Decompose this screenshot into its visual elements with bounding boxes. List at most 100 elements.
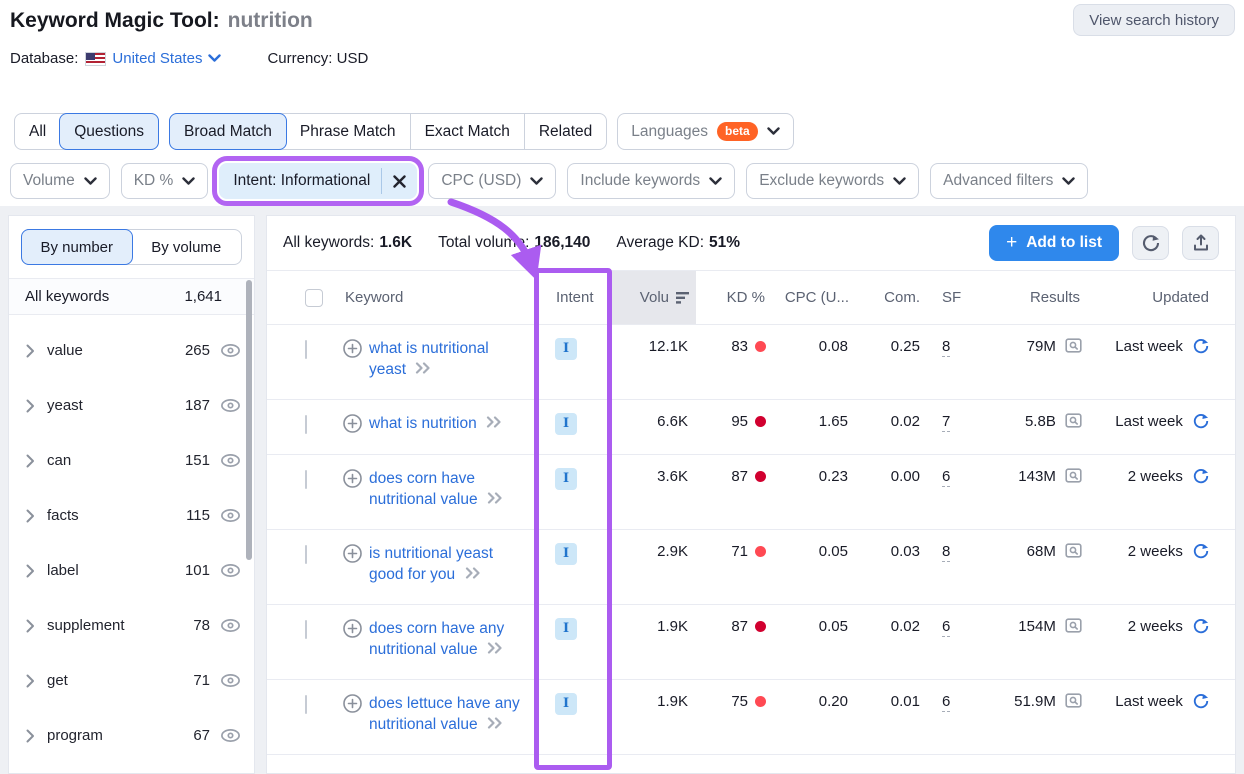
eye-icon[interactable] [220, 508, 241, 523]
kd-filter[interactable]: KD % [121, 163, 209, 199]
sidebar-scrollbar[interactable] [246, 280, 252, 560]
group-row[interactable]: can 151 [9, 433, 254, 488]
column-header-updated[interactable]: Updated [1084, 271, 1235, 324]
export-button[interactable] [1182, 226, 1219, 260]
row-checkbox[interactable] [305, 470, 307, 489]
column-header-results[interactable]: Results [960, 271, 1084, 324]
serp-preview-icon[interactable] [1065, 543, 1082, 558]
sf-value[interactable]: 7 [942, 413, 950, 432]
group-row[interactable]: yeast 187 [9, 378, 254, 433]
row-checkbox[interactable] [305, 415, 307, 434]
include-keywords-filter[interactable]: Include keywords [567, 163, 735, 199]
table-row: what is nutrition I 6.6K 95 1.65 0.02 7 … [267, 400, 1235, 455]
intent-filter-chip[interactable]: Intent: Informational [219, 163, 417, 199]
row-checkbox[interactable] [305, 695, 307, 714]
open-keyword-icon[interactable] [486, 416, 502, 428]
kd-difficulty-dot [755, 546, 766, 557]
database-selector[interactable]: United States [85, 50, 221, 67]
eye-icon[interactable] [220, 343, 241, 358]
refresh-keyword-icon[interactable] [1193, 618, 1209, 634]
tab-related[interactable]: Related [524, 114, 606, 149]
add-keyword-icon[interactable] [343, 469, 362, 488]
all-keywords-row[interactable]: All keywords 1,641 [9, 278, 254, 315]
eye-icon[interactable] [220, 563, 241, 578]
com-cell: 0.03 [852, 530, 922, 579]
view-search-history-button[interactable]: View search history [1073, 4, 1235, 36]
serp-preview-icon[interactable] [1065, 338, 1082, 353]
refresh-keyword-icon[interactable] [1193, 693, 1209, 709]
table-row: does corn have any nutritional value I 1… [267, 605, 1235, 680]
eye-icon[interactable] [220, 673, 241, 688]
group-count: 101 [185, 562, 210, 579]
serp-preview-icon[interactable] [1065, 693, 1082, 708]
group-row[interactable]: value 265 [9, 323, 254, 378]
tab-phrase-match[interactable]: Phrase Match [286, 114, 410, 149]
column-header-volume[interactable]: Volu [611, 271, 696, 324]
sf-value[interactable]: 8 [942, 543, 950, 562]
refresh-keyword-icon[interactable] [1193, 413, 1209, 429]
column-header-kd[interactable]: KD % [696, 271, 770, 324]
sf-value[interactable]: 8 [942, 338, 950, 357]
open-keyword-icon[interactable] [487, 642, 503, 654]
serp-preview-icon[interactable] [1065, 413, 1082, 428]
sf-value[interactable]: 6 [942, 618, 950, 637]
refresh-keyword-icon[interactable] [1193, 468, 1209, 484]
exclude-keywords-filter[interactable]: Exclude keywords [746, 163, 919, 199]
keyword-link[interactable]: what is nutrition [369, 415, 477, 432]
row-checkbox[interactable] [305, 545, 307, 564]
add-keyword-icon[interactable] [343, 694, 362, 713]
sf-cell: 8 [922, 530, 960, 581]
volume-filter[interactable]: Volume [10, 163, 110, 199]
refresh-keyword-icon[interactable] [1193, 338, 1209, 354]
eye-icon[interactable] [220, 618, 241, 633]
eye-icon[interactable] [220, 728, 241, 743]
add-to-list-button[interactable]: + Add to list [989, 225, 1119, 261]
serp-preview-icon[interactable] [1065, 468, 1082, 483]
keyword-link[interactable]: does corn have nutritional value [369, 470, 478, 508]
advanced-filters[interactable]: Advanced filters [930, 163, 1088, 199]
group-row[interactable]: facts 115 [9, 488, 254, 543]
sf-value[interactable]: 6 [942, 468, 950, 487]
keyword-link[interactable]: does corn have any nutritional value [369, 620, 504, 658]
refresh-button[interactable] [1132, 226, 1169, 260]
remove-intent-filter-button[interactable] [382, 163, 417, 199]
open-keyword-icon[interactable] [487, 492, 503, 504]
add-keyword-icon[interactable] [343, 339, 362, 358]
group-row[interactable]: get 71 [9, 653, 254, 708]
keyword-magic-tool-page: Keyword Magic Tool:nutrition View search… [0, 0, 1244, 774]
column-header-com[interactable]: Com. [852, 271, 922, 324]
open-keyword-icon[interactable] [465, 567, 481, 579]
tab-questions[interactable]: Questions [59, 113, 159, 150]
tab-exact-match[interactable]: Exact Match [410, 114, 524, 149]
intent-badge: I [555, 413, 577, 435]
by-number-toggle[interactable]: By number [21, 229, 133, 265]
column-header-cpc[interactable]: CPC (U... [770, 271, 852, 324]
column-header-keyword[interactable]: Keyword [331, 271, 535, 324]
database-label: Database: [10, 50, 78, 67]
open-keyword-icon[interactable] [415, 362, 431, 374]
languages-dropdown[interactable]: Languages beta [617, 113, 793, 150]
group-row[interactable]: supplement 78 [9, 598, 254, 653]
tab-all[interactable]: All [15, 114, 60, 149]
row-checkbox[interactable] [305, 620, 307, 639]
serp-preview-icon[interactable] [1065, 618, 1082, 633]
sf-value[interactable]: 6 [942, 693, 950, 712]
database-value: United States [112, 50, 202, 67]
cpc-filter[interactable]: CPC (USD) [428, 163, 556, 199]
add-keyword-icon[interactable] [343, 619, 362, 638]
by-volume-toggle[interactable]: By volume [132, 230, 242, 264]
column-header-sf[interactable]: SF [922, 271, 960, 324]
group-list: value 265 yeast 187 can 151 [9, 315, 254, 763]
eye-icon[interactable] [220, 398, 241, 413]
refresh-keyword-icon[interactable] [1193, 543, 1209, 559]
tab-broad-match[interactable]: Broad Match [169, 113, 287, 150]
open-keyword-icon[interactable] [487, 717, 503, 729]
eye-icon[interactable] [220, 453, 241, 468]
group-row[interactable]: program 67 [9, 708, 254, 763]
add-keyword-icon[interactable] [343, 414, 362, 433]
select-all-checkbox[interactable] [305, 289, 323, 307]
column-header-intent[interactable]: Intent [535, 271, 611, 324]
add-keyword-icon[interactable] [343, 544, 362, 563]
group-row[interactable]: label 101 [9, 543, 254, 598]
row-checkbox[interactable] [305, 340, 307, 359]
